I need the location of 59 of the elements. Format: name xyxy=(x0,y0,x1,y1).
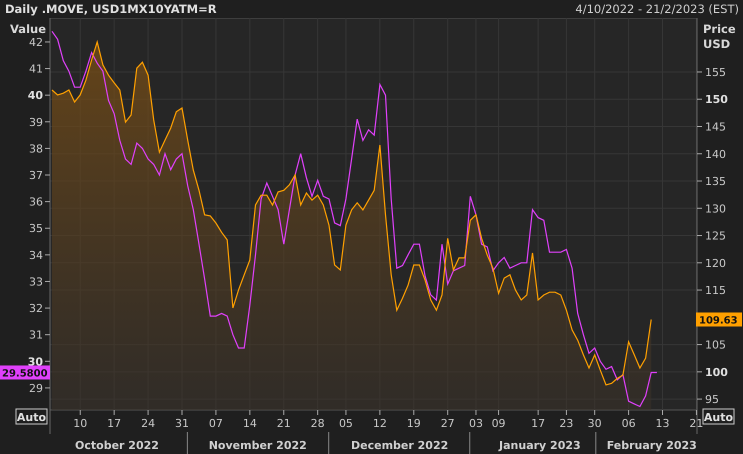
axis-label: 33 xyxy=(29,275,43,288)
axis-label: 130 xyxy=(705,202,726,216)
axis-label: 28 xyxy=(310,417,325,430)
axis-label: 30 xyxy=(588,417,602,430)
date-range: 4/10/2022 - 21/2/2023 (EST) xyxy=(575,2,739,16)
axis-label: 29 xyxy=(29,382,43,395)
axis-label: 150 xyxy=(705,93,728,106)
axis-label: 03 xyxy=(468,417,483,430)
auto-button[interactable]: Auto xyxy=(702,408,734,424)
axis-label: 13 xyxy=(656,417,670,430)
axis-label: 39 xyxy=(29,116,43,129)
axis-label: 40 xyxy=(28,89,43,102)
axis-label: 34 xyxy=(29,248,43,262)
axis-label: 105 xyxy=(705,338,726,352)
axis-label: 05 xyxy=(338,417,353,430)
axis-title: Price xyxy=(703,22,736,36)
axis-label: 41 xyxy=(29,62,43,76)
axis-label: 125 xyxy=(705,230,726,243)
axis-label: 38 xyxy=(29,142,43,156)
axis-label: December 2022 xyxy=(351,439,448,452)
axis-label: 19 xyxy=(406,417,421,430)
axis-label: 36 xyxy=(29,196,43,209)
axis-label: 155 xyxy=(705,66,726,79)
axis-label: 37 xyxy=(29,169,43,182)
auto-button[interactable]: Auto xyxy=(16,408,48,424)
axis-label: 17 xyxy=(531,417,546,430)
axis-label: 24 xyxy=(141,417,156,430)
axis-label: 140 xyxy=(705,148,726,161)
axis-label: 10 xyxy=(73,417,88,430)
axis-label: 115 xyxy=(705,284,726,298)
axis-label: 95 xyxy=(705,393,719,406)
last-value-label: 29.5800 xyxy=(0,365,50,380)
axis-label: 06 xyxy=(622,417,636,430)
axis-label: 32 xyxy=(29,302,43,316)
axis-label: 42 xyxy=(29,36,43,49)
axis-title: USD xyxy=(703,37,730,51)
axis-label: 12 xyxy=(372,417,387,430)
axis-label: 31 xyxy=(175,417,189,430)
axis-label: 21 xyxy=(689,417,704,430)
axis-label: 35 xyxy=(29,222,43,236)
axis-label: October 2022 xyxy=(75,439,159,452)
axis-label: November 2022 xyxy=(208,439,307,452)
axis-label: 14 xyxy=(242,417,257,430)
axis-title: Value xyxy=(10,22,46,36)
axis-label: February 2023 xyxy=(606,439,697,452)
axis-label: 17 xyxy=(107,417,122,430)
axis-label: 31 xyxy=(29,328,43,342)
axis-label: January 2023 xyxy=(499,439,581,452)
axis-label: 100 xyxy=(705,366,728,379)
axis-label: 09 xyxy=(492,417,506,430)
axis-label: 07 xyxy=(208,417,223,430)
axis-label: 120 xyxy=(705,256,726,270)
axis-label: 21 xyxy=(276,417,291,430)
chart-title: Daily .MOVE, USD1MX10YATM=R xyxy=(5,2,217,16)
last-value-label: 109.63 xyxy=(696,312,742,326)
axis-label: 27 xyxy=(440,417,455,430)
axis-label: 145 xyxy=(705,120,726,134)
axis-label: 23 xyxy=(559,417,574,430)
axis-label: 135 xyxy=(705,175,726,188)
